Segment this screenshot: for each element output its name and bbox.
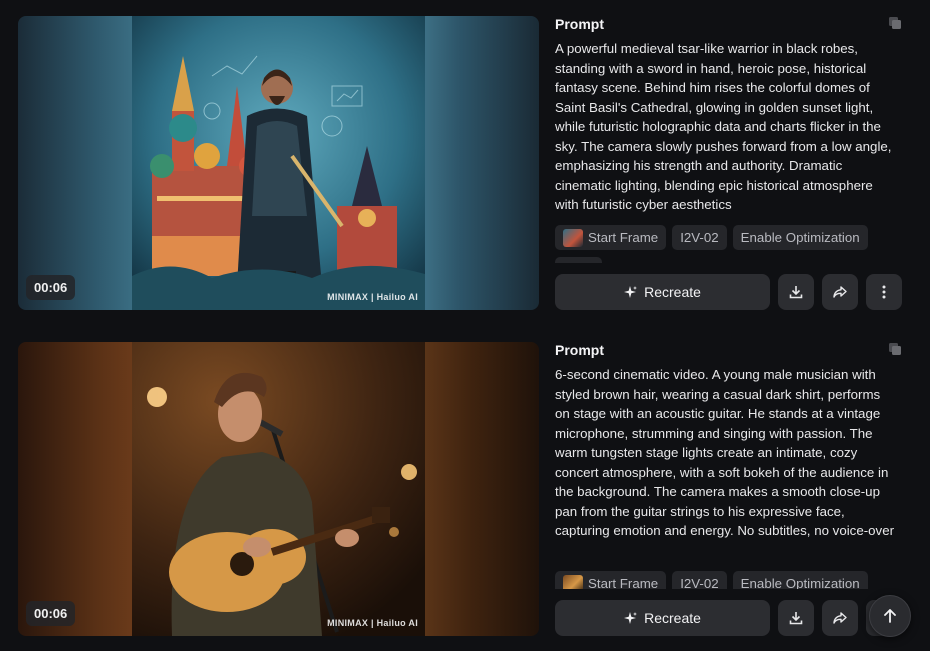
- prompt-panel: Prompt A powerful medieval tsar-like war…: [555, 16, 902, 310]
- share-icon: [833, 286, 847, 298]
- recreate-button[interactable]: Recreate: [555, 600, 770, 636]
- thumbnail-blur-right: [425, 342, 539, 636]
- recreate-button[interactable]: Recreate: [555, 274, 770, 310]
- duration-badge: 00:06: [26, 275, 76, 300]
- musician-image: [132, 342, 425, 636]
- download-icon: [789, 612, 803, 625]
- tag-label: I2V-02: [680, 230, 719, 245]
- tag-label: Start Frame: [588, 576, 659, 589]
- tag-optimization[interactable]: Enable Optimization: [732, 571, 868, 589]
- tag-overflow: [555, 257, 602, 263]
- warrior-cathedral-image: [132, 16, 425, 310]
- download-icon: [789, 286, 803, 299]
- prompt-title: Prompt: [555, 342, 604, 358]
- share-button[interactable]: [822, 600, 858, 636]
- recreate-label: Recreate: [644, 284, 701, 300]
- video-thumbnail[interactable]: 00:06 MINIMAX | Hailuo AI: [18, 342, 539, 636]
- copy-icon[interactable]: [888, 342, 902, 356]
- duration-badge: 00:06: [26, 601, 76, 626]
- arrow-up-icon: [884, 609, 896, 623]
- watermark: MINIMAX | Hailuo AI: [327, 618, 418, 628]
- action-bar: Recreate: [555, 274, 902, 310]
- video-card: 00:06 MINIMAX | Hailuo AI Prompt 6-secon…: [18, 342, 902, 636]
- scroll-to-top-button[interactable]: [869, 595, 911, 637]
- watermark: MINIMAX | Hailuo AI: [327, 292, 418, 302]
- thumbnail-blur-left: [18, 16, 132, 310]
- start-frame-thumbnail: [563, 228, 583, 247]
- tag-model[interactable]: I2V-02: [672, 225, 727, 250]
- sparkle-icon: [624, 611, 638, 624]
- tag-list: Start Frame I2V-02 Enable Optimization: [555, 225, 868, 251]
- prompt-title: Prompt: [555, 16, 604, 32]
- sparkle-icon: [624, 285, 638, 298]
- prompt-panel: Prompt 6-second cinematic video. A young…: [555, 342, 902, 636]
- recreate-label: Recreate: [644, 610, 701, 626]
- tag-label: Start Frame: [588, 230, 659, 245]
- prompt-text: A powerful medieval tsar-like warrior in…: [555, 41, 892, 212]
- share-button[interactable]: [822, 274, 858, 310]
- download-button[interactable]: [778, 600, 814, 636]
- tag-start-frame[interactable]: Start Frame: [555, 225, 667, 250]
- more-vertical-icon: [882, 285, 886, 299]
- start-frame-thumbnail: [563, 574, 583, 589]
- copy-icon[interactable]: [888, 16, 902, 30]
- tag-label: Enable Optimization: [740, 576, 860, 589]
- tag-model[interactable]: I2V-02: [672, 571, 727, 589]
- tag-optimization[interactable]: Enable Optimization: [732, 225, 868, 250]
- video-thumbnail[interactable]: 00:06 MINIMAX | Hailuo AI: [18, 16, 539, 310]
- tag-label: I2V-02: [680, 576, 719, 589]
- video-card: 00:06 MINIMAX | Hailuo AI Prompt A power…: [18, 16, 902, 310]
- tag-list: Start Frame I2V-02 Enable Optimization: [555, 571, 868, 589]
- tag-label: Enable Optimization: [740, 230, 860, 245]
- share-icon: [833, 612, 847, 624]
- more-button[interactable]: [866, 274, 902, 310]
- thumbnail-blur-right: [425, 16, 539, 310]
- prompt-text: 6-second cinematic video. A young male m…: [555, 367, 895, 538]
- download-button[interactable]: [778, 274, 814, 310]
- thumbnail-blur-left: [18, 342, 132, 636]
- action-bar: Recreate: [555, 600, 902, 636]
- tag-start-frame[interactable]: Start Frame: [555, 571, 667, 589]
